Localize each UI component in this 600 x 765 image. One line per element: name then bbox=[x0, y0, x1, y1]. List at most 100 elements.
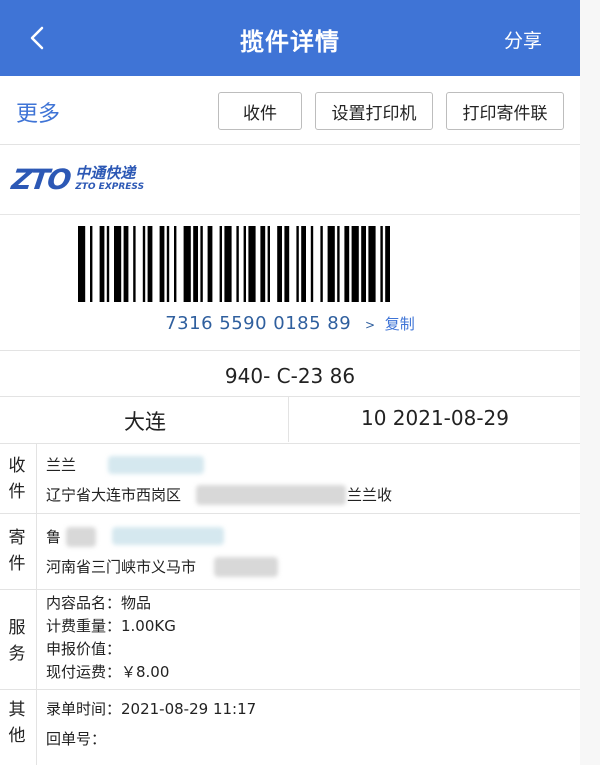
logo-mark: ZTO bbox=[9, 162, 72, 196]
barcode-bar bbox=[193, 226, 198, 302]
receiver-section: 收 件 兰兰 辽宁省大连市西岗区 兰兰收 bbox=[0, 443, 580, 513]
barcode-bar bbox=[219, 226, 222, 302]
barcode-bar bbox=[248, 226, 256, 302]
barcode-bar bbox=[277, 226, 282, 302]
barcode-bar bbox=[159, 226, 165, 302]
divider bbox=[0, 350, 580, 351]
barcode-bar bbox=[301, 226, 306, 302]
receiver-name: 兰兰 bbox=[46, 456, 77, 474]
barcode-bar bbox=[344, 226, 350, 302]
redacted-address bbox=[196, 485, 346, 505]
barcode-bar bbox=[90, 226, 93, 302]
label-char: 他 bbox=[8, 726, 26, 746]
order-time: 录单时间：2021-08-29 11:17 bbox=[46, 700, 257, 718]
sender-address: 河南省三门峡市义马市 bbox=[46, 558, 197, 576]
divider bbox=[36, 689, 37, 765]
address-text: 辽宁省大连市西岗区 bbox=[46, 486, 182, 504]
copy-link[interactable]: 复制 bbox=[385, 315, 415, 333]
barcode-bar bbox=[123, 226, 129, 302]
label-char: 件 bbox=[8, 554, 26, 574]
receiver-address: 辽宁省大连市西岗区 bbox=[46, 485, 181, 505]
barcode-bar bbox=[385, 226, 390, 302]
route-row: 大连 10 2021-08-29 bbox=[0, 396, 580, 444]
barcode-bar bbox=[310, 226, 314, 302]
service-section: 服 务 内容品名：物品 计费重量：1.00KG 申报价值： 现付运费：￥8.00 bbox=[0, 589, 580, 689]
barcode-bar bbox=[142, 226, 146, 302]
brand-name-en: ZTO EXPRESS bbox=[75, 182, 145, 192]
zto-logo: ZTO 中通快递 ZTO EXPRESS bbox=[9, 162, 144, 196]
label-char: 收 bbox=[8, 456, 26, 476]
barcode-bar bbox=[380, 226, 383, 302]
app-header: 揽件详情 分享 bbox=[0, 0, 580, 76]
label-char: 务 bbox=[8, 644, 26, 664]
tracking-number: 7316 5590 0185 89 bbox=[165, 313, 352, 334]
barcode-bar bbox=[147, 226, 153, 302]
barcode-bar bbox=[361, 226, 366, 302]
print-sender-copy-button[interactable]: 打印寄件联 bbox=[446, 92, 564, 130]
brand-name-cn: 中通快递 bbox=[75, 164, 136, 182]
barcode-bar bbox=[78, 226, 86, 302]
redacted-phone bbox=[112, 527, 224, 545]
divider bbox=[288, 396, 289, 442]
share-button[interactable]: 分享 bbox=[504, 26, 542, 53]
route-date: 10 2021-08-29 bbox=[360, 406, 510, 430]
receipt-number: 回单号： bbox=[46, 730, 107, 748]
sender-label: 寄 件 bbox=[0, 525, 34, 577]
printer-settings-button[interactable]: 设置打印机 bbox=[315, 92, 433, 130]
divider bbox=[0, 214, 580, 215]
logo-text: 中通快递 ZTO EXPRESS bbox=[75, 165, 144, 193]
label-char: 其 bbox=[8, 700, 26, 720]
barcode-bar bbox=[183, 226, 191, 302]
screen-edge bbox=[580, 0, 600, 765]
label-char: 寄 bbox=[8, 528, 26, 548]
paid-freight: 现付运费：￥8.00 bbox=[46, 663, 170, 681]
more-menu[interactable]: 更多 bbox=[16, 96, 60, 128]
destination-city: 大连 bbox=[124, 410, 166, 434]
barcode bbox=[78, 226, 390, 302]
billing-weight: 计费重量：1.00KG bbox=[46, 617, 176, 635]
barcode-bar bbox=[243, 226, 246, 302]
barcode-bar bbox=[166, 226, 170, 302]
declared-value: 申报价值： bbox=[46, 640, 122, 658]
barcode-bar bbox=[224, 226, 232, 302]
barcode-bar bbox=[114, 226, 122, 302]
chevron-right-icon: > bbox=[364, 318, 376, 332]
tracking-number-row: 7316 5590 0185 89 > 复制 bbox=[0, 313, 580, 334]
action-toolbar: 更多 收件 设置打印机 打印寄件联 bbox=[0, 76, 580, 145]
other-section: 其 他 录单时间：2021-08-29 11:17 回单号： bbox=[0, 689, 580, 765]
receive-button[interactable]: 收件 bbox=[218, 92, 302, 130]
barcode-bar bbox=[267, 226, 270, 302]
sender-section: 寄 件 鲁 河南省三门峡市义马市 bbox=[0, 513, 580, 589]
redacted-address bbox=[214, 557, 278, 577]
barcode-bar bbox=[296, 226, 299, 302]
service-label: 服 务 bbox=[0, 615, 34, 667]
barcode-bar bbox=[327, 226, 335, 302]
redacted-name bbox=[66, 527, 96, 547]
barcode-bar bbox=[260, 226, 266, 302]
barcode-bar bbox=[351, 226, 359, 302]
barcode-bar bbox=[236, 226, 239, 302]
barcode-bar bbox=[207, 226, 213, 302]
divider bbox=[36, 589, 37, 689]
barcode-bar bbox=[284, 226, 290, 302]
barcode-bar bbox=[174, 226, 177, 302]
barcode-bar bbox=[320, 226, 323, 302]
content-name: 内容品名：物品 bbox=[46, 594, 152, 612]
barcode-bar bbox=[337, 226, 340, 302]
redacted-phone bbox=[108, 456, 204, 474]
sender-name: 鲁 bbox=[46, 528, 62, 546]
receiver-label: 收 件 bbox=[0, 453, 34, 505]
sort-code: 940- C-23 86 bbox=[224, 364, 356, 388]
page-title: 揽件详情 bbox=[240, 28, 340, 56]
barcode-bar bbox=[200, 226, 203, 302]
label-char: 服 bbox=[8, 618, 26, 638]
barcode-bar bbox=[368, 226, 376, 302]
label-char: 件 bbox=[8, 482, 26, 502]
divider bbox=[36, 443, 37, 513]
barcode-bar bbox=[133, 226, 136, 302]
receiver-suffix: 兰兰收 bbox=[347, 486, 393, 504]
divider bbox=[36, 513, 37, 589]
other-label: 其 他 bbox=[0, 697, 34, 749]
barcode-bar bbox=[106, 226, 110, 302]
barcode-bar bbox=[99, 226, 105, 302]
